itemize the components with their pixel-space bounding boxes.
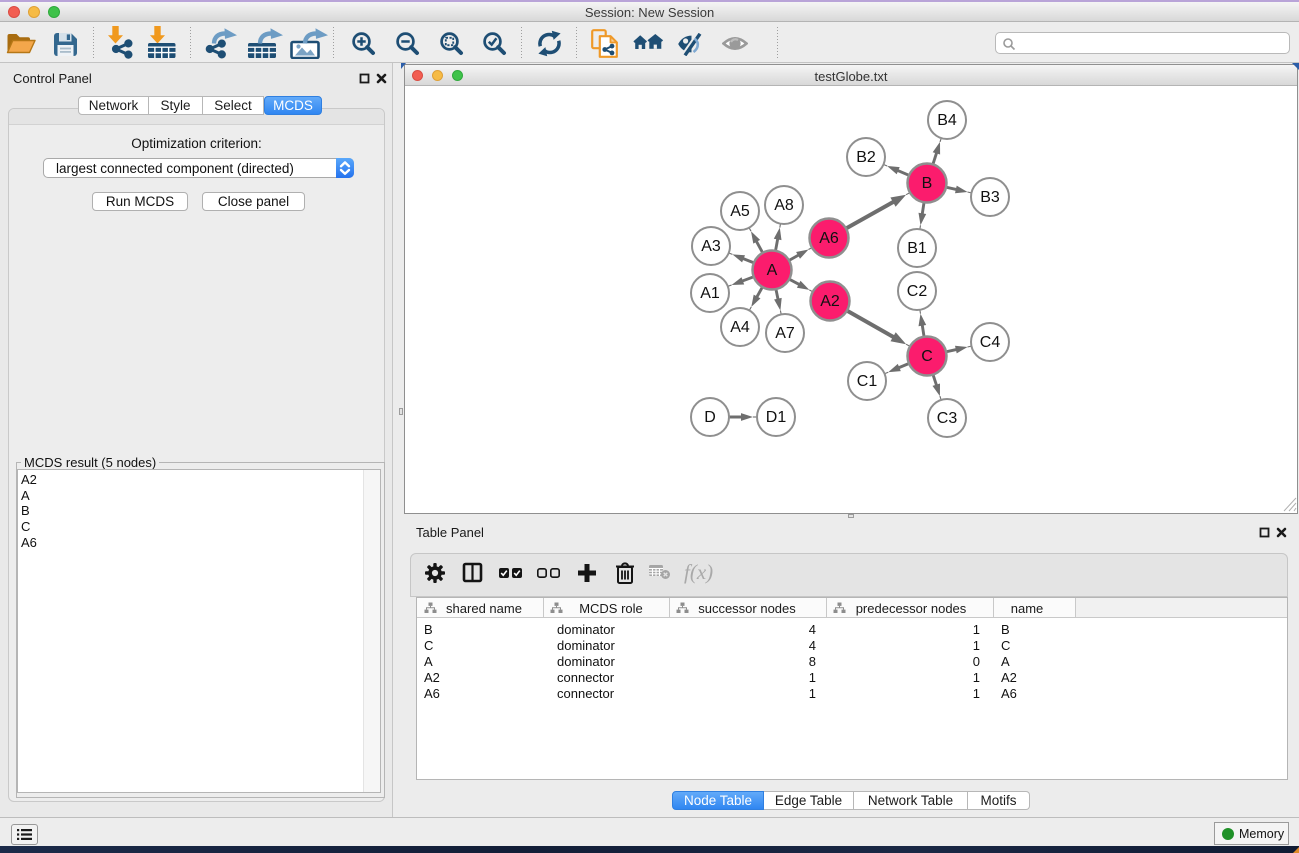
svg-text:B: B	[922, 175, 933, 192]
svg-text:B4: B4	[937, 112, 957, 129]
svg-text:D: D	[704, 409, 716, 426]
svg-text:A7: A7	[775, 325, 795, 342]
svg-text:A3: A3	[701, 238, 721, 255]
svg-text:A: A	[767, 262, 778, 279]
svg-text:C4: C4	[980, 334, 1001, 351]
svg-text:A6: A6	[819, 230, 839, 247]
svg-text:C2: C2	[907, 283, 928, 300]
svg-text:A2: A2	[820, 293, 840, 310]
svg-text:A4: A4	[730, 319, 750, 336]
svg-text:A5: A5	[730, 203, 750, 220]
svg-text:C: C	[921, 348, 933, 365]
svg-text:A1: A1	[700, 285, 720, 302]
svg-text:A8: A8	[774, 197, 794, 214]
svg-text:B2: B2	[856, 149, 876, 166]
svg-text:D1: D1	[766, 409, 787, 426]
svg-text:C1: C1	[857, 373, 878, 390]
svg-text:C3: C3	[937, 410, 958, 427]
svg-text:B3: B3	[980, 189, 1000, 206]
svg-text:B1: B1	[907, 240, 927, 257]
